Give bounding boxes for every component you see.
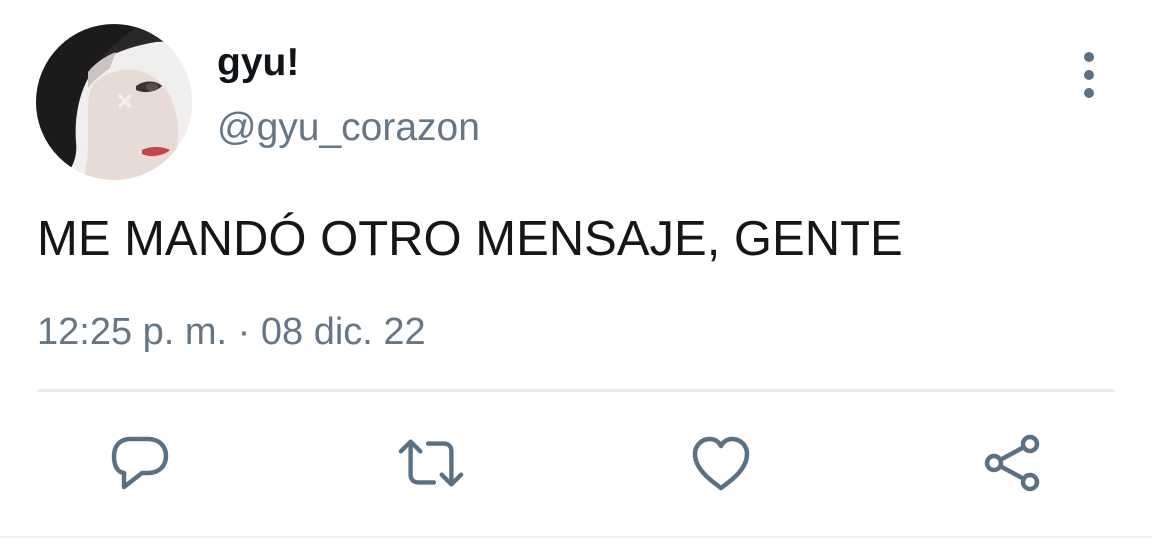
heart-icon: [692, 436, 750, 491]
share-icon: [984, 434, 1040, 492]
tweet-timestamp[interactable]: 12:25 p. m. · 08 dic. 22: [37, 307, 426, 357]
tweet-text: ME MANDÓ OTRO MENSAJE, GENTE: [37, 212, 903, 266]
avatar[interactable]: [36, 24, 192, 180]
bottom-divider: [0, 536, 1152, 538]
divider: [37, 389, 1115, 392]
more-vertical-icon-dot: [1084, 70, 1094, 80]
share-button[interactable]: [978, 430, 1046, 496]
reply-button[interactable]: [106, 430, 174, 496]
more-vertical-icon-dot: [1084, 88, 1094, 98]
more-options-button[interactable]: [1068, 52, 1110, 98]
reply-icon: [111, 436, 169, 490]
more-vertical-icon: [1084, 52, 1094, 62]
user-handle[interactable]: @gyu_corazon: [217, 103, 480, 153]
avatar-image: [36, 24, 192, 180]
like-button[interactable]: [687, 430, 755, 496]
retweet-icon: [398, 439, 464, 487]
tweet-card: gyu! @gyu_corazon ME MANDÓ OTRO MENSAJE,…: [0, 0, 1152, 555]
retweet-button[interactable]: [397, 430, 465, 496]
display-name[interactable]: gyu!: [217, 38, 299, 88]
